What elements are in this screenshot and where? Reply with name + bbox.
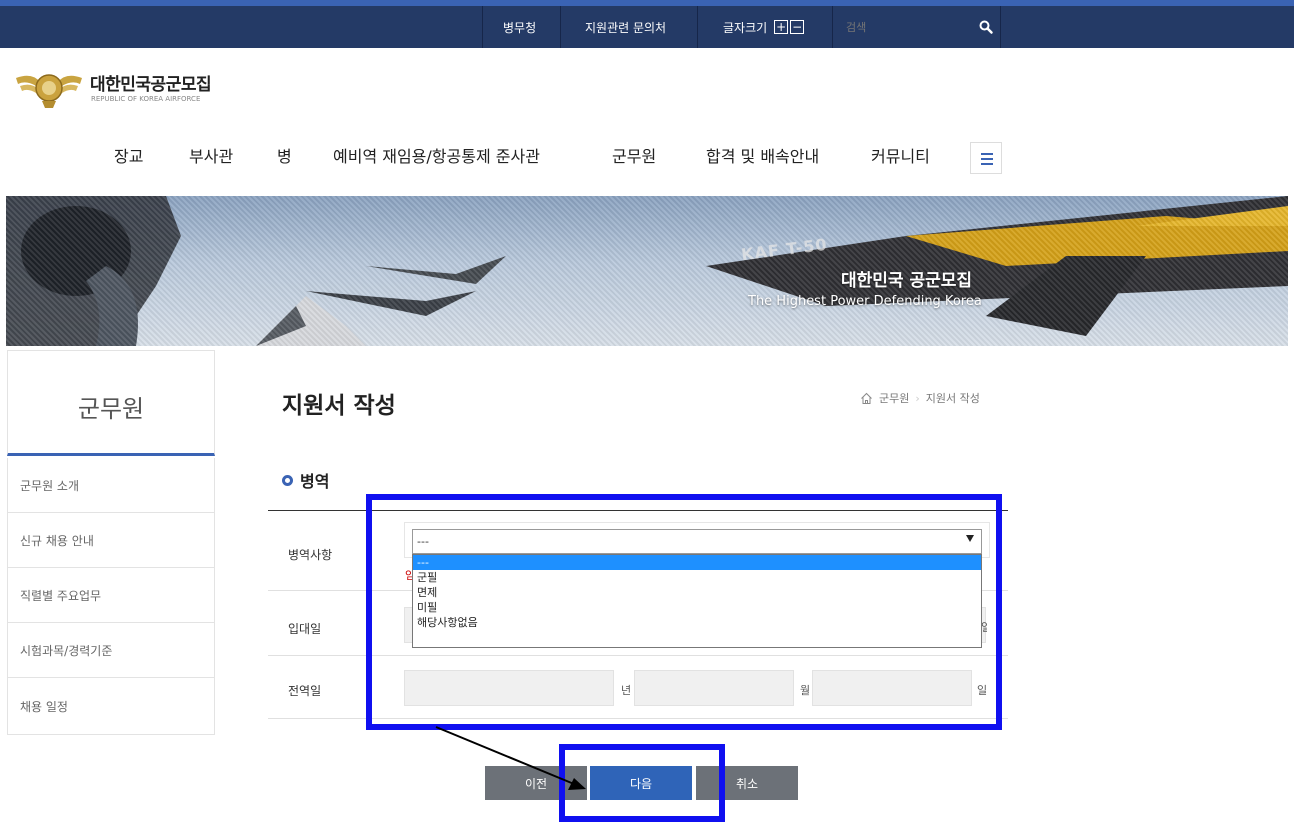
discharge-date-label: 전역일 — [288, 684, 322, 698]
nav-item-enlisted[interactable]: 병 — [277, 143, 292, 173]
nav-item-officer[interactable]: 장교 — [114, 143, 143, 173]
site-logo[interactable]: 대한민국공군모집 REPUBLIC OF KOREA AIRFORCE — [14, 64, 234, 110]
hero-banner: KAF T-50 대한민국 공군모집 The Highest Power Def… — [6, 196, 1288, 346]
topbar-divider — [1000, 6, 1001, 48]
sidebar-item-recruitment[interactable]: 신규 채용 안내 — [7, 513, 215, 568]
home-icon[interactable] — [860, 392, 873, 405]
section-title: 병역 — [282, 468, 329, 492]
search-icon[interactable] — [978, 19, 994, 35]
font-decrease-button[interactable]: − — [790, 20, 805, 34]
logo-subtitle: REPUBLIC OF KOREA AIRFORCE — [91, 95, 201, 103]
search-box — [838, 12, 1008, 42]
font-size-control: 글자크기 + − — [723, 6, 805, 48]
airforce-emblem-icon — [16, 74, 82, 108]
topbar-divider — [482, 6, 483, 48]
sidebar-title: 군무원 — [77, 395, 145, 423]
banner-title: 대한민국 공군모집 — [841, 271, 973, 291]
top-utility-bar: 병무청 지원관련 문의처 글자크기 + − — [0, 0, 1294, 48]
nav-item-community[interactable]: 커뮤니티 — [871, 143, 930, 173]
annotation-highlight-next — [559, 744, 725, 822]
sidebar-item-intro[interactable]: 군무원 소개 — [7, 458, 215, 513]
page-title: 지원서 작성 — [282, 393, 396, 419]
topbar-link-mma[interactable]: 병무청 — [503, 6, 536, 48]
nav-item-results[interactable]: 합격 및 배속안내 — [706, 143, 819, 173]
font-size-label: 글자크기 — [723, 20, 768, 35]
section-title-text: 병역 — [300, 472, 330, 491]
breadcrumb: 군무원 › 지원서 작성 — [860, 390, 980, 406]
all-menu-button[interactable] — [970, 142, 1002, 174]
nav-item-reserve-reappointment[interactable]: 예비역 재임용/항공통제 준사관 — [333, 143, 540, 173]
military-service-label: 병역사항 — [288, 548, 333, 562]
annotation-highlight-form — [366, 494, 1002, 730]
breadcrumb-item-current: 지원서 작성 — [925, 392, 980, 405]
breadcrumb-separator-icon: › — [915, 391, 920, 405]
banner-subtitle: The Highest Power Defending Korea — [748, 294, 982, 309]
hamburger-icon — [981, 153, 993, 155]
hamburger-icon-bar — [981, 163, 993, 165]
search-input[interactable] — [838, 12, 978, 42]
topbar-link-contact[interactable]: 지원관련 문의처 — [585, 6, 666, 48]
sidebar-item-duties[interactable]: 직렬별 주요업무 — [7, 568, 215, 623]
topbar-divider — [560, 6, 561, 48]
nav-item-nco[interactable]: 부사관 — [189, 143, 233, 173]
hamburger-icon-bar — [981, 158, 993, 160]
section-bullet-icon — [282, 474, 293, 486]
sidebar-item-exam-subjects[interactable]: 시험과목/경력기준 — [7, 623, 215, 678]
banner-texture — [6, 196, 1288, 346]
font-increase-button[interactable]: + — [774, 20, 789, 34]
sidebar-item-schedule[interactable]: 채용 일정 — [7, 678, 215, 735]
sidebar-header: 군무원 — [7, 350, 215, 456]
enlist-date-label: 입대일 — [288, 622, 322, 636]
breadcrumb-item[interactable]: 군무원 — [879, 390, 909, 406]
topbar-divider — [832, 6, 833, 48]
topbar-divider — [697, 6, 698, 48]
nav-item-civilian[interactable]: 군무원 — [612, 143, 656, 173]
logo-title: 대한민국공군모집 — [90, 75, 212, 95]
